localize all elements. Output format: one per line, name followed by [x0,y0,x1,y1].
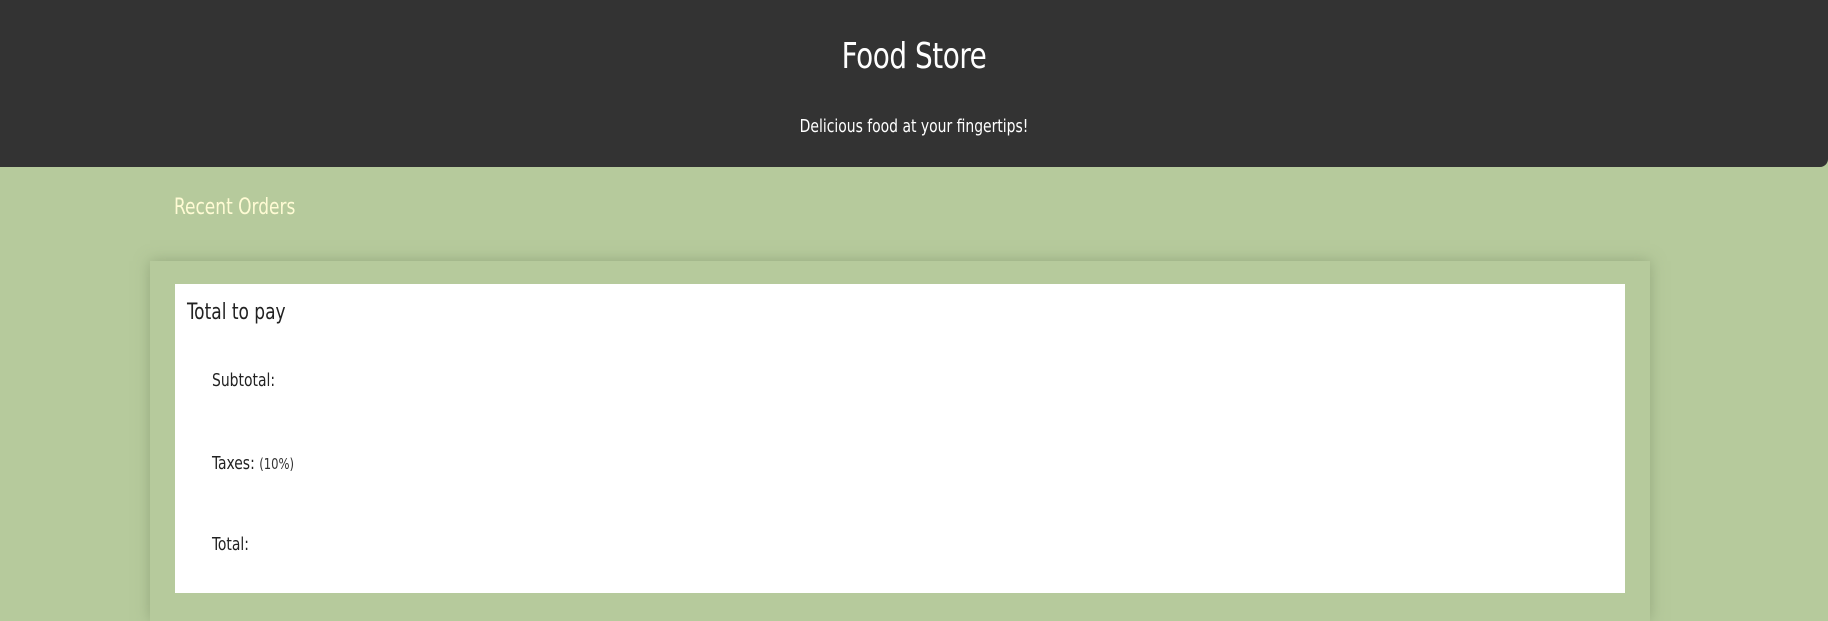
taxes-row: Taxes: (10%) [212,453,294,474]
payment-summary-card: Total to pay Subtotal: Taxes: (10%) Tota… [175,284,1625,593]
total-row: Total: [212,534,249,555]
total-to-pay-heading: Total to pay [187,300,286,325]
subtotal-row: Subtotal: [212,370,275,391]
taxes-rate-note: (10%) [259,455,295,473]
site-title: Food Store [841,36,987,77]
taxes-label: Taxes: [212,453,255,474]
site-tagline: Delicious food at your fingertips! [799,116,1029,137]
subtotal-label: Subtotal: [212,370,276,391]
recent-orders-heading: Recent Orders [174,195,296,220]
total-label: Total: [212,534,249,555]
site-header: Food Store Delicious food at your finger… [0,0,1828,167]
